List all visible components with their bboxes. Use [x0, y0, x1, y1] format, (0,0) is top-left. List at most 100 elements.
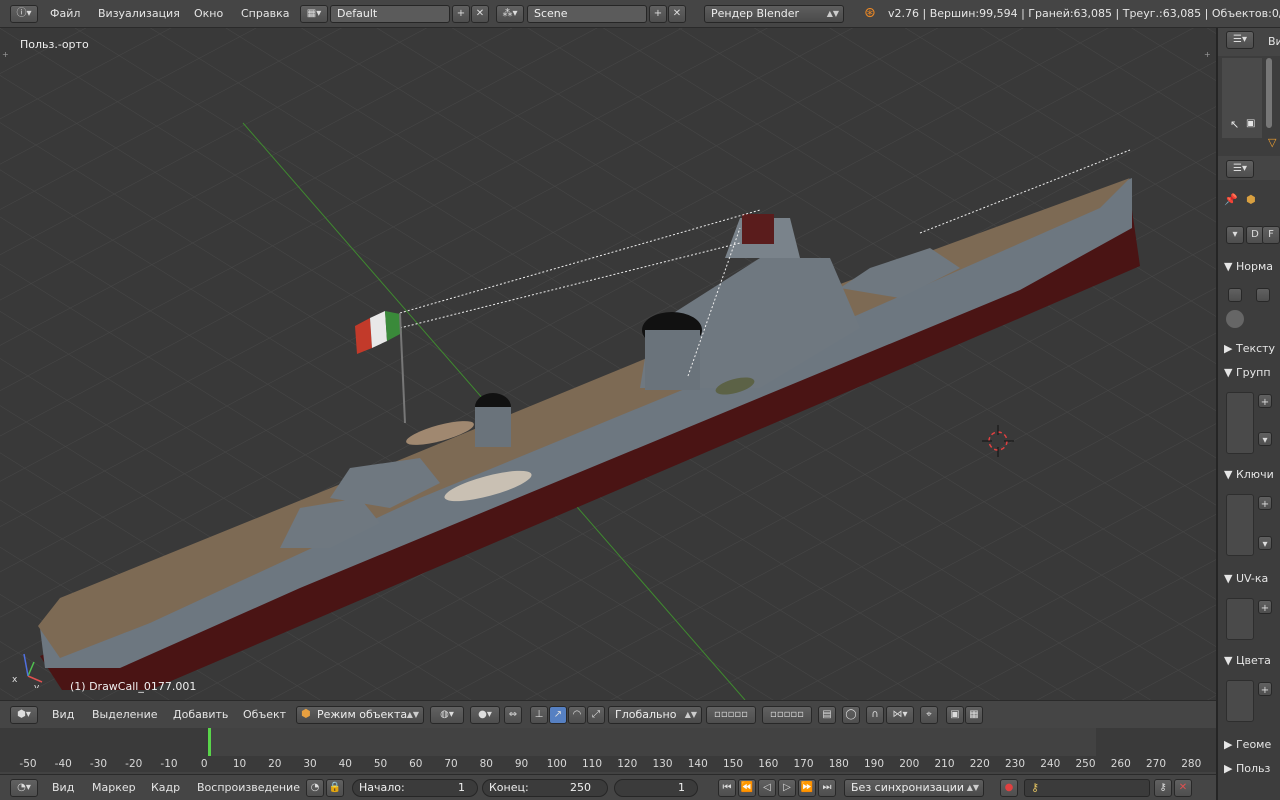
scene-field[interactable]: Scene: [527, 5, 647, 23]
dropdown-icon[interactable]: ▾: [1258, 536, 1272, 550]
snap-element-icon[interactable]: ⋈▾: [886, 706, 914, 724]
menu-file[interactable]: Файл: [50, 7, 80, 20]
jump-keyframe-forward-icon[interactable]: ⏩: [798, 779, 816, 797]
add-scene-icon[interactable]: +: [649, 5, 667, 23]
rotate-icon[interactable]: ◠: [568, 706, 586, 724]
lock-camera-icon[interactable]: ▤: [818, 706, 836, 724]
menu-marker[interactable]: Маркер: [92, 781, 136, 794]
preview-range-icon[interactable]: ◔: [306, 779, 324, 797]
dropdown-icon[interactable]: ▾: [1258, 432, 1272, 446]
jump-keyframe-back-icon[interactable]: ⏪: [738, 779, 756, 797]
expand-arrow-icon[interactable]: ▶: [1224, 762, 1236, 775]
pin-icon[interactable]: 📌: [1224, 193, 1238, 206]
screen-layout-field[interactable]: Default: [330, 5, 450, 23]
lock-icon[interactable]: 🔒: [326, 779, 344, 797]
pivot-point-icon[interactable]: ●▾: [470, 706, 500, 724]
group-list[interactable]: [1226, 392, 1254, 454]
menu-playback[interactable]: Воспроизведение: [197, 781, 300, 794]
layers-grid-2[interactable]: ▫▫▫▫▫: [762, 706, 812, 724]
scrollbar[interactable]: [1266, 58, 1272, 128]
timeline-area[interactable]: -50 -40 -30 -20 -10 0 10 20 30 40 50 60 70 80 90 100 110…: [0, 728, 1216, 774]
sync-mode-dropdown[interactable]: Без синхронизации ▲▼: [844, 779, 984, 797]
ruler-tick-label: 180: [828, 758, 849, 770]
mode-dropdown[interactable]: ⬢ Режим объекта ▲▼: [296, 706, 424, 724]
area-corner-icon[interactable]: +: [2, 50, 9, 59]
ship-model[interactable]: [0, 28, 1216, 700]
menu-object[interactable]: Объект: [243, 708, 286, 721]
translate-icon[interactable]: ⊥: [530, 706, 548, 724]
manipulator-toggle-icon[interactable]: ⇔: [504, 706, 522, 724]
uv-map-list[interactable]: [1226, 598, 1254, 640]
current-frame-indicator[interactable]: [208, 728, 211, 756]
end-frame-field[interactable]: Конец: 250: [482, 779, 608, 797]
add-icon[interactable]: +: [1258, 682, 1272, 696]
camera-icon[interactable]: ▣: [1246, 118, 1255, 129]
menu-render[interactable]: Визуализация: [98, 7, 180, 20]
menu-view[interactable]: Вид: [52, 708, 74, 721]
jump-end-icon[interactable]: ⏭: [818, 779, 836, 797]
insert-keyframe-icon[interactable]: ⚷: [1154, 779, 1172, 797]
3d-view-editor-icon[interactable]: ⬢▾: [10, 706, 38, 724]
orientation-dropdown[interactable]: Глобально ▲▼: [608, 706, 702, 724]
checkbox[interactable]: [1256, 288, 1270, 302]
current-frame-value: 1: [678, 781, 685, 794]
delete-keyframe-icon[interactable]: ✕: [1174, 779, 1192, 797]
expand-arrow-icon[interactable]: ▶: [1224, 342, 1236, 355]
opengl-render-icon[interactable]: ⌖: [920, 706, 938, 724]
collapse-arrow-icon[interactable]: ▼: [1224, 366, 1236, 379]
remove-scene-icon[interactable]: ✕: [668, 5, 686, 23]
collapse-arrow-icon[interactable]: ▼: [1224, 572, 1236, 585]
menu-select[interactable]: Выделение: [92, 708, 158, 721]
snap-magnet-icon[interactable]: ∩: [866, 706, 884, 724]
checkbox[interactable]: [1228, 288, 1242, 302]
jump-start-icon[interactable]: ⏮: [718, 779, 736, 797]
current-frame-field[interactable]: 1: [614, 779, 698, 797]
radio-button[interactable]: [1226, 310, 1244, 328]
expand-arrow-icon[interactable]: ▶: [1224, 738, 1236, 751]
menu-frame[interactable]: Кадр: [151, 781, 180, 794]
object-data-icon[interactable]: ⬢: [1246, 193, 1256, 206]
filter-icon[interactable]: ▽: [1268, 136, 1276, 149]
shape-key-list[interactable]: [1226, 494, 1254, 556]
f-toggle[interactable]: F: [1262, 226, 1280, 244]
collapse-arrow-icon[interactable]: ▼: [1224, 654, 1236, 667]
3d-viewport[interactable]: y x Польз.-орто (1) DrawCall_0177.001 + …: [0, 28, 1216, 700]
add-layout-icon[interactable]: +: [452, 5, 470, 23]
proportional-edit-icon[interactable]: ◯: [842, 706, 860, 724]
editor-type-icon[interactable]: ☰▾: [1226, 31, 1254, 49]
menu-view[interactable]: Вид: [52, 781, 74, 794]
layers-grid-1[interactable]: ▫▫▫▫▫: [706, 706, 756, 724]
play-icon[interactable]: ▷: [778, 779, 796, 797]
add-icon[interactable]: +: [1258, 394, 1272, 408]
scene-icon[interactable]: ⁂▾: [496, 5, 524, 23]
render-engine-dropdown[interactable]: Рендер Blender ▲▼: [704, 5, 844, 23]
render-image-icon[interactable]: ▣: [946, 706, 964, 724]
screen-layout-icon[interactable]: ▦▾: [300, 5, 328, 23]
vertex-color-list[interactable]: [1226, 680, 1254, 722]
shading-mode-icon[interactable]: ◍▾: [430, 706, 464, 724]
start-frame-field[interactable]: Начало: 1: [352, 779, 478, 797]
translate-arrow-icon[interactable]: ↗: [549, 706, 567, 724]
menu-window[interactable]: Окно: [194, 7, 223, 20]
scale-icon[interactable]: ⤢: [587, 706, 605, 724]
3d-cursor-icon[interactable]: [978, 421, 1018, 461]
properties-editor-icon[interactable]: ☰▾: [1226, 160, 1254, 178]
keying-set-field[interactable]: ⚷: [1024, 779, 1150, 797]
render-animation-icon[interactable]: ▦: [965, 706, 983, 724]
timeline-editor-icon[interactable]: ◔▾: [10, 779, 38, 797]
add-icon[interactable]: +: [1258, 496, 1272, 510]
cursor-arrow-icon[interactable]: ↖: [1230, 118, 1239, 131]
collapse-arrow-icon[interactable]: ▼: [1224, 260, 1236, 273]
remove-layout-icon[interactable]: ✕: [471, 5, 489, 23]
area-corner-icon[interactable]: +: [1204, 50, 1211, 59]
frame-ruler[interactable]: -50 -40 -30 -20 -10 0 10 20 30 40 50 60 70 80 90 100 110…: [0, 756, 1216, 772]
collapse-arrow-icon[interactable]: ▼: [1224, 468, 1236, 481]
view-icon[interactable]: ▾: [1226, 226, 1244, 244]
record-icon[interactable]: ●: [1000, 779, 1018, 797]
menu-help[interactable]: Справка: [241, 7, 289, 20]
menu-add[interactable]: Добавить: [173, 708, 228, 721]
info-editor-icon[interactable]: ⓘ▾: [10, 5, 38, 23]
add-icon[interactable]: +: [1258, 600, 1272, 614]
play-reverse-icon[interactable]: ◁: [758, 779, 776, 797]
outliner-area[interactable]: [1222, 58, 1262, 138]
